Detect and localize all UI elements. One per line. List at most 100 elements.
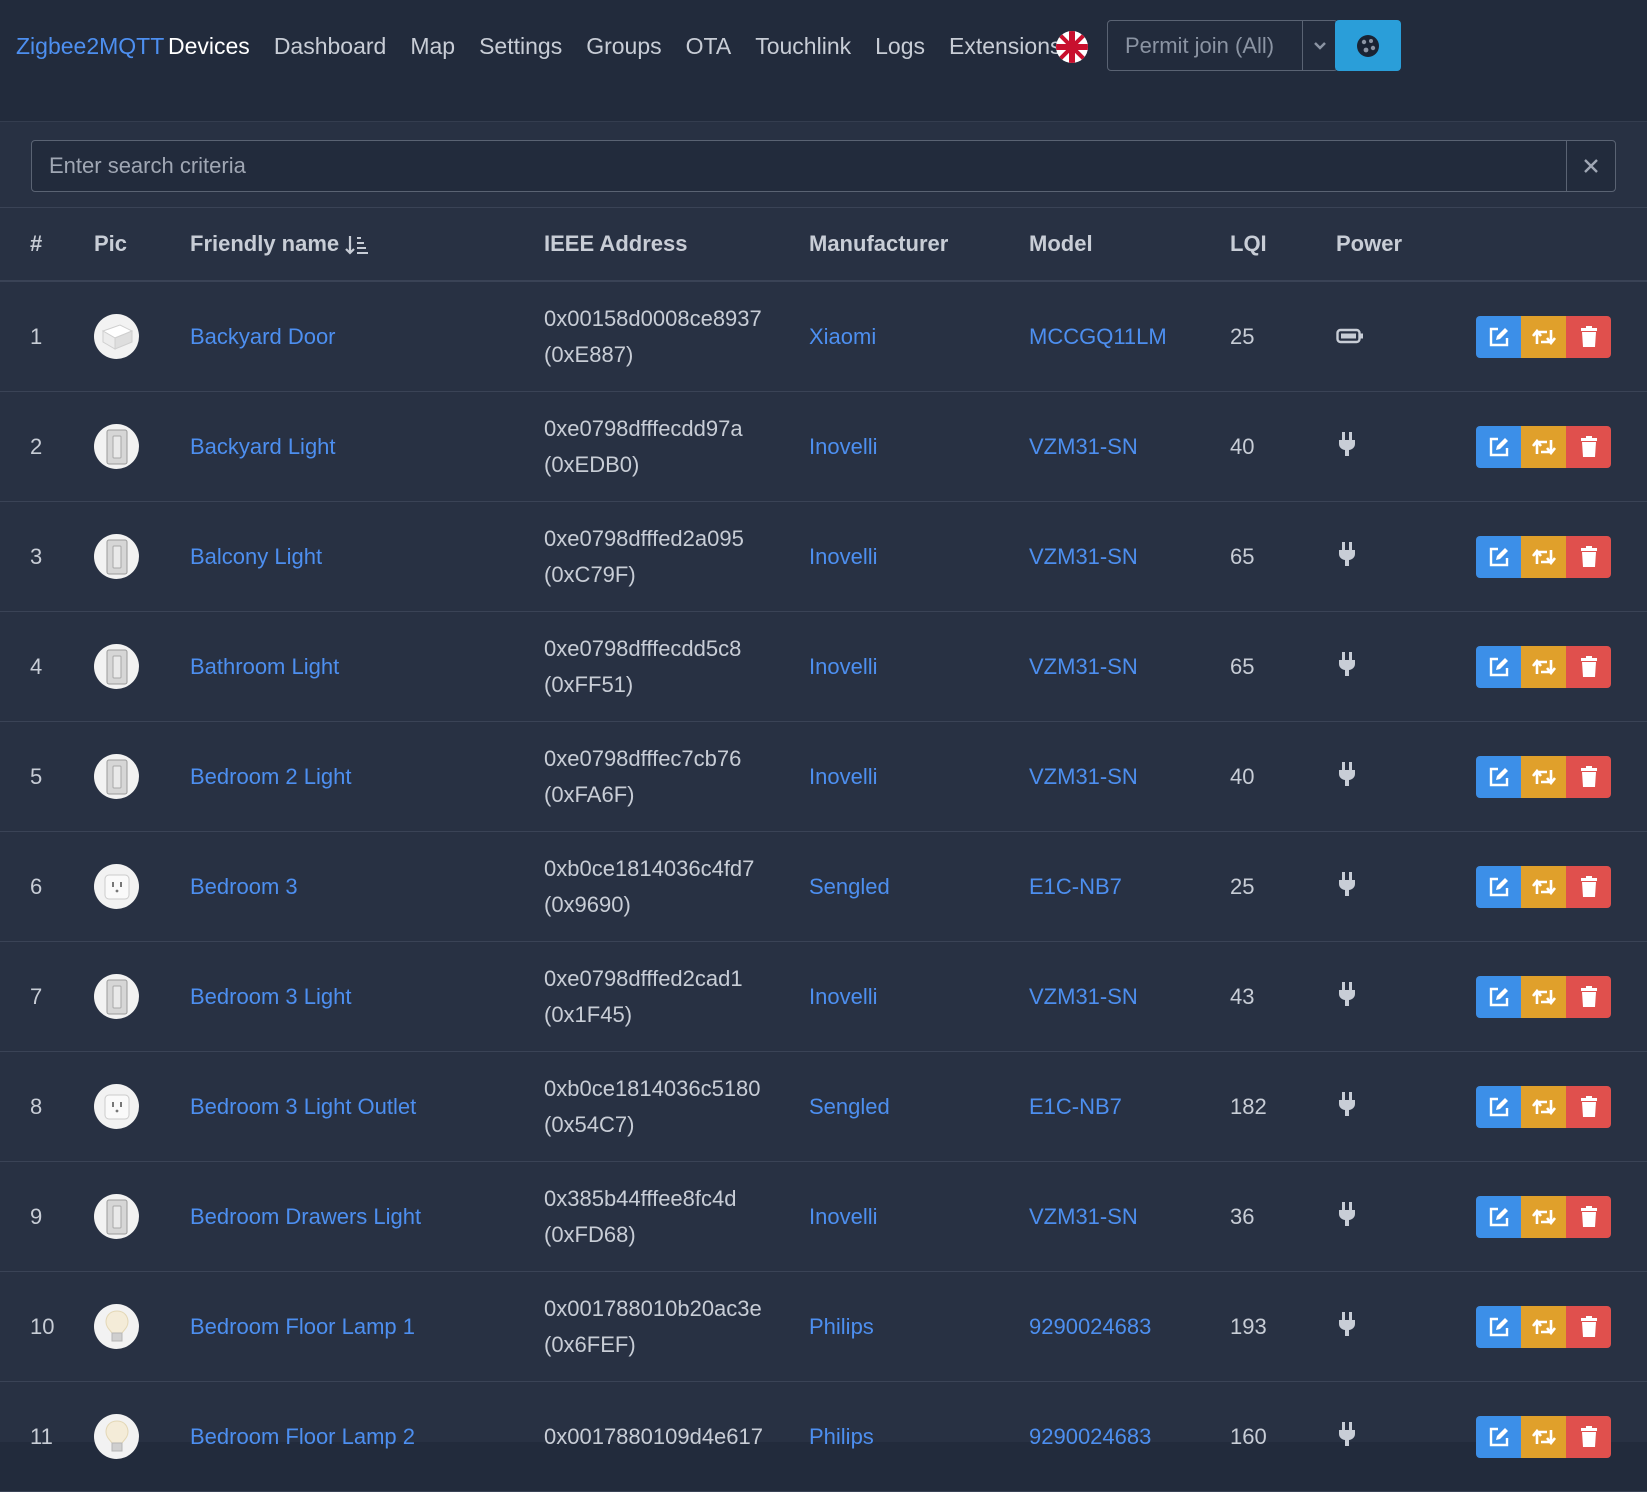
plug-icon: [1339, 431, 1355, 456]
manufacturer-link[interactable]: Philips: [809, 1424, 874, 1449]
device-name-link[interactable]: Balcony Light: [190, 544, 322, 569]
device-name-link[interactable]: Bedroom 2 Light: [190, 764, 351, 789]
model-link[interactable]: E1C-NB7: [1029, 874, 1122, 899]
device-name-link[interactable]: Bathroom Light: [190, 654, 339, 679]
header-lqi[interactable]: LQI: [1230, 208, 1336, 282]
header-friendly-name[interactable]: Friendly name: [190, 208, 544, 282]
nav-logs[interactable]: Logs: [875, 33, 925, 60]
globe-icon: [1357, 34, 1379, 57]
device-name-link[interactable]: Bedroom 3 Light: [190, 984, 351, 1009]
remove-button[interactable]: [1566, 535, 1611, 578]
header-ieee[interactable]: IEEE Address: [544, 208, 809, 282]
device-name-link[interactable]: Bedroom Floor Lamp 1: [190, 1314, 415, 1339]
row-model: E1C-NB7: [1029, 831, 1230, 942]
nav-devices[interactable]: Devices: [168, 33, 250, 60]
nav-map[interactable]: Map: [410, 33, 455, 60]
remove-button[interactable]: [1566, 1195, 1611, 1238]
device-name-link[interactable]: Backyard Door: [190, 324, 336, 349]
edit-button[interactable]: [1476, 645, 1521, 688]
rename-button[interactable]: [1521, 865, 1566, 908]
manufacturer-link[interactable]: Inovelli: [809, 654, 877, 679]
model-link[interactable]: VZM31-SN: [1029, 984, 1138, 1009]
header-model[interactable]: Model: [1029, 208, 1230, 282]
row-manufacturer: Inovelli: [809, 501, 1029, 612]
nav-settings[interactable]: Settings: [479, 33, 562, 60]
device-name-link[interactable]: Bedroom 3 Light Outlet: [190, 1094, 416, 1119]
edit-button[interactable]: [1476, 535, 1521, 578]
switch-icon: [106, 1199, 127, 1234]
manufacturer-link[interactable]: Inovelli: [809, 434, 877, 459]
manufacturer-link[interactable]: Inovelli: [809, 764, 877, 789]
nav-ota[interactable]: OTA: [686, 33, 732, 60]
nav-touchlink[interactable]: Touchlink: [755, 33, 851, 60]
rename-button[interactable]: [1521, 1305, 1566, 1348]
permit-join-dropdown-toggle[interactable]: [1303, 20, 1338, 71]
device-name-link[interactable]: Bedroom Floor Lamp 2: [190, 1424, 415, 1449]
reset-button[interactable]: [1335, 20, 1401, 71]
row-model: VZM31-SN: [1029, 501, 1230, 612]
door-sensor-icon: [101, 323, 133, 350]
row-action-group: [1476, 645, 1647, 688]
rename-button[interactable]: [1521, 535, 1566, 578]
model-link[interactable]: VZM31-SN: [1029, 654, 1138, 679]
remove-button[interactable]: [1566, 315, 1611, 358]
permit-join-button[interactable]: Permit join (All): [1107, 20, 1303, 71]
nav-extensions[interactable]: Extensions: [949, 33, 1062, 60]
rename-button[interactable]: [1521, 315, 1566, 358]
rename-button[interactable]: [1521, 1195, 1566, 1238]
manufacturer-link[interactable]: Inovelli: [809, 984, 877, 1009]
row-friendly-name: Balcony Light: [190, 501, 544, 612]
header-power[interactable]: Power: [1336, 208, 1476, 282]
rename-button[interactable]: [1521, 1085, 1566, 1128]
manufacturer-link[interactable]: Inovelli: [809, 1204, 877, 1229]
remove-button[interactable]: [1566, 645, 1611, 688]
remove-button[interactable]: [1566, 865, 1611, 908]
uk-flag-icon[interactable]: [1056, 31, 1088, 63]
manufacturer-link[interactable]: Inovelli: [809, 544, 877, 569]
model-link[interactable]: VZM31-SN: [1029, 434, 1138, 459]
model-link[interactable]: MCCGQ11LM: [1029, 324, 1167, 349]
device-image: [94, 424, 139, 469]
search-input[interactable]: [32, 141, 1566, 191]
edit-button[interactable]: [1476, 1195, 1521, 1238]
edit-button[interactable]: [1476, 1305, 1521, 1348]
rename-button[interactable]: [1521, 425, 1566, 468]
manufacturer-link[interactable]: Xiaomi: [809, 324, 876, 349]
row-pic-cell: [94, 1271, 190, 1382]
row-model: 9290024683: [1029, 1271, 1230, 1382]
rename-button[interactable]: [1521, 645, 1566, 688]
model-link[interactable]: VZM31-SN: [1029, 544, 1138, 569]
model-link[interactable]: 9290024683: [1029, 1424, 1151, 1449]
remove-button[interactable]: [1566, 975, 1611, 1018]
nav-dashboard[interactable]: Dashboard: [274, 33, 387, 60]
edit-button[interactable]: [1476, 425, 1521, 468]
manufacturer-link[interactable]: Sengled: [809, 874, 890, 899]
edit-button[interactable]: [1476, 1085, 1521, 1128]
power-icon: [1336, 1311, 1358, 1342]
manufacturer-link[interactable]: Sengled: [809, 1094, 890, 1119]
model-link[interactable]: VZM31-SN: [1029, 1204, 1138, 1229]
remove-button[interactable]: [1566, 755, 1611, 798]
brand-link[interactable]: Zigbee2MQTT: [16, 33, 164, 60]
header-manufacturer[interactable]: Manufacturer: [809, 208, 1029, 282]
row-ieee: 0xe0798dfffec7cb76 (0xFA6F): [544, 721, 809, 832]
clear-search-button[interactable]: [1566, 141, 1615, 191]
model-link[interactable]: E1C-NB7: [1029, 1094, 1122, 1119]
model-link[interactable]: 9290024683: [1029, 1314, 1151, 1339]
device-name-link[interactable]: Bedroom Drawers Light: [190, 1204, 421, 1229]
rename-button[interactable]: [1521, 975, 1566, 1018]
nav-groups[interactable]: Groups: [586, 33, 661, 60]
device-name-link[interactable]: Backyard Light: [190, 434, 336, 459]
edit-button[interactable]: [1476, 755, 1521, 798]
edit-button[interactable]: [1476, 865, 1521, 908]
remove-button[interactable]: [1566, 425, 1611, 468]
row-lqi: 65: [1230, 501, 1336, 612]
rename-button[interactable]: [1521, 755, 1566, 798]
remove-button[interactable]: [1566, 1305, 1611, 1348]
edit-button[interactable]: [1476, 315, 1521, 358]
model-link[interactable]: VZM31-SN: [1029, 764, 1138, 789]
remove-button[interactable]: [1566, 1085, 1611, 1128]
edit-button[interactable]: [1476, 975, 1521, 1018]
manufacturer-link[interactable]: Philips: [809, 1314, 874, 1339]
device-name-link[interactable]: Bedroom 3: [190, 874, 298, 899]
